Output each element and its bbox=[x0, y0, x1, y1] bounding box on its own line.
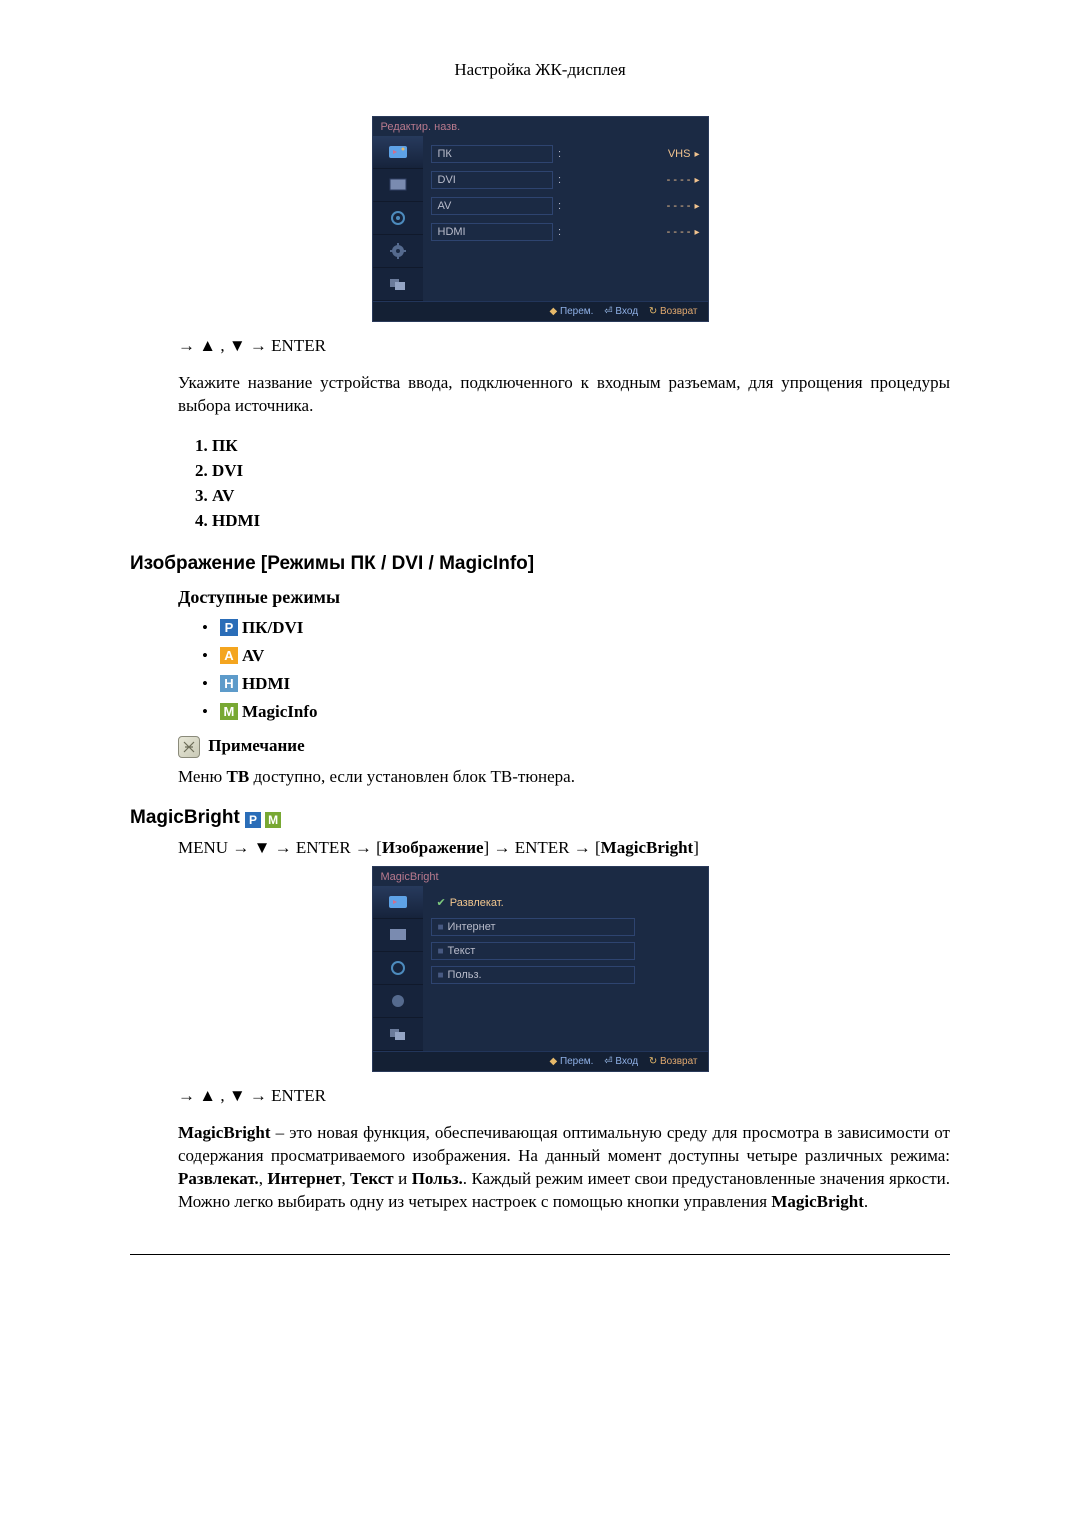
mode-list: P ПК/DVI A AV H HDMI M MagicInfo bbox=[178, 618, 950, 722]
osd-row: ПК : VHS▸ bbox=[431, 142, 700, 166]
osd-row-value: - - - - bbox=[665, 200, 693, 212]
return-icon: ↻ bbox=[649, 1056, 657, 1067]
osd-tab-sound-icon bbox=[373, 952, 423, 985]
osd-row-label: AV bbox=[431, 197, 553, 215]
mode-item-magicinfo: M MagicInfo bbox=[202, 702, 950, 722]
mode-item-pkdvi: P ПК/DVI bbox=[202, 618, 950, 638]
osd-row-label: DVI bbox=[431, 171, 553, 189]
mode-label: ПК/DVI bbox=[242, 618, 303, 638]
osd-magicbright: MagicBright ✔Развлекат. ■Интернет bbox=[372, 866, 709, 1072]
osd-row-value: - - - - bbox=[665, 226, 693, 238]
osd-row: DVI : - - - -▸ bbox=[431, 168, 700, 192]
osd-tab-multi-icon bbox=[373, 268, 423, 301]
p-badge-icon: P bbox=[245, 812, 261, 828]
enter-icon: ⏎ bbox=[604, 306, 612, 317]
diamond-icon: ◆ bbox=[549, 306, 557, 317]
osd-option-row: ■Текст bbox=[431, 940, 700, 962]
list-item: AV bbox=[212, 486, 950, 506]
osd-tab-setup-icon bbox=[373, 985, 423, 1018]
mode-item-av: A AV bbox=[202, 646, 950, 666]
osd-tab-picture-icon bbox=[373, 169, 423, 202]
osd-row-value: - - - - bbox=[665, 174, 693, 186]
chevron-right-icon: ▸ bbox=[694, 227, 699, 238]
osd-side-tabs bbox=[373, 136, 423, 301]
mode-label: AV bbox=[242, 646, 264, 666]
osd-row: AV : - - - -▸ bbox=[431, 194, 700, 218]
p-badge-icon: P bbox=[220, 619, 238, 636]
m-badge-icon: M bbox=[220, 703, 238, 720]
source-list: ПК DVI AV HDMI bbox=[178, 436, 950, 531]
osd-footer: ◆ Перем. ⏎ Вход ↻ Возврат bbox=[373, 1051, 708, 1071]
chevron-right-icon: ▸ bbox=[694, 201, 699, 212]
osd-tab-picture-icon bbox=[373, 919, 423, 952]
h-badge-icon: H bbox=[220, 675, 238, 692]
mode-label: MagicInfo bbox=[242, 702, 318, 722]
chevron-right-icon: ▸ bbox=[694, 175, 699, 186]
body-text: MagicBright – это новая функция, обеспеч… bbox=[178, 1122, 950, 1214]
osd-tab-sound-icon bbox=[373, 202, 423, 235]
osd-footer: ◆ Перем. ⏎ Вход ↻ Возврат bbox=[373, 301, 708, 321]
mode-item-hdmi: H HDMI bbox=[202, 674, 950, 694]
footer-rule bbox=[130, 1254, 950, 1255]
list-item: ПК bbox=[212, 436, 950, 456]
nav-hint: → ▲ , ▼ → ENTER bbox=[178, 1086, 950, 1106]
osd-side-tabs bbox=[373, 886, 423, 1051]
enter-icon: ⏎ bbox=[604, 1056, 612, 1067]
sub-heading: Доступные режимы bbox=[178, 587, 950, 608]
a-badge-icon: A bbox=[220, 647, 238, 664]
osd-tab-setup-icon bbox=[373, 235, 423, 268]
return-icon: ↻ bbox=[649, 306, 657, 317]
page-title: Настройка ЖК-дисплея bbox=[130, 60, 950, 80]
mode-label: HDMI bbox=[242, 674, 290, 694]
osd-option-row: ■Польз. bbox=[431, 964, 700, 986]
osd-row-label: ПК bbox=[431, 145, 553, 163]
osd-option-row: ■Интернет bbox=[431, 916, 700, 938]
list-item: DVI bbox=[212, 461, 950, 481]
osd-title: MagicBright bbox=[373, 867, 708, 886]
osd-tab-input-icon bbox=[373, 886, 423, 919]
osd-tab-input-icon bbox=[373, 136, 423, 169]
section-heading: Изображение [Режимы ПК / DVI / MagicInfo… bbox=[130, 553, 950, 575]
list-item: HDMI bbox=[212, 511, 950, 531]
osd-edit-name: Редактир. назв. ПК : VHS▸ DVI bbox=[372, 116, 709, 322]
osd-title: Редактир. назв. bbox=[373, 117, 708, 136]
chevron-right-icon: ▸ bbox=[694, 149, 699, 160]
diamond-icon: ◆ bbox=[549, 1056, 557, 1067]
osd-tab-multi-icon bbox=[373, 1018, 423, 1051]
note-icon bbox=[178, 736, 200, 758]
osd-option-row: ✔Развлекат. bbox=[431, 892, 700, 914]
magicbright-heading: MagicBright PM bbox=[130, 807, 950, 830]
note-heading: Примечание bbox=[178, 736, 950, 758]
menu-path: MENU → ▼ → ENTER → [Изображение] → ENTER… bbox=[178, 838, 950, 858]
m-badge-icon: M bbox=[265, 812, 281, 828]
body-text: Укажите название устройства ввода, подкл… bbox=[178, 372, 950, 418]
check-icon: ✔ bbox=[437, 897, 446, 909]
osd-row: HDMI : - - - -▸ bbox=[431, 220, 700, 244]
osd-row-label: HDMI bbox=[431, 223, 553, 241]
note-text: Меню ТВ доступно, если установлен блок Т… bbox=[178, 766, 950, 789]
nav-hint: → ▲ , ▼ → ENTER bbox=[178, 336, 950, 356]
osd-row-value: VHS bbox=[666, 148, 693, 160]
